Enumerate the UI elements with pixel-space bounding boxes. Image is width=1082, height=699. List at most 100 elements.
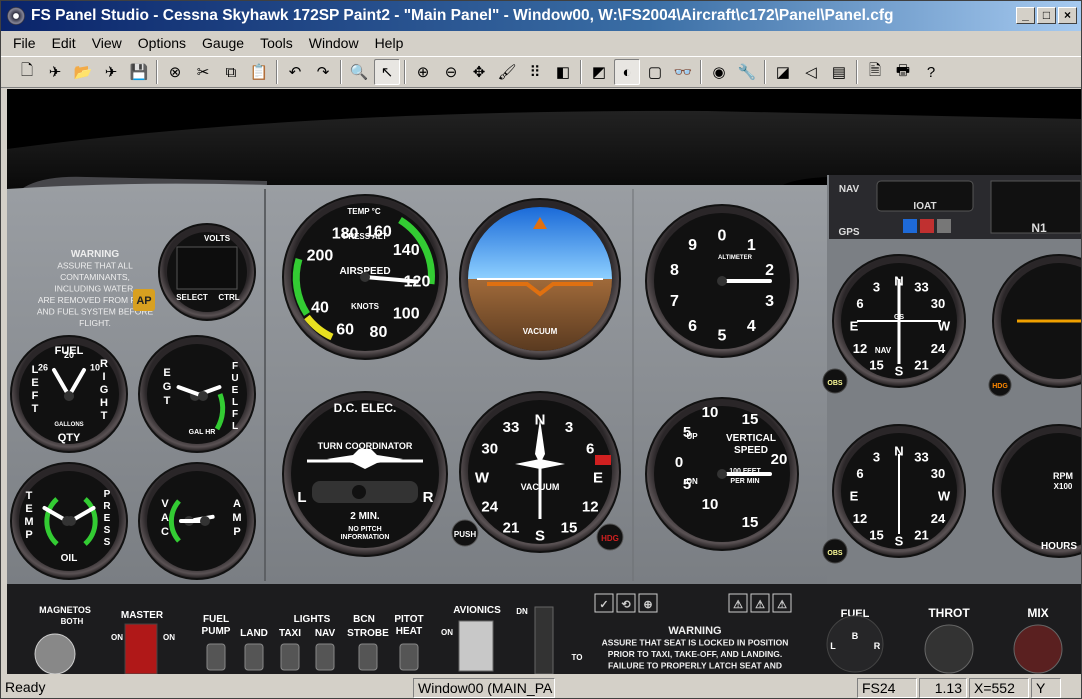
copy-icon[interactable]: ⧉ (218, 59, 244, 85)
menu-view[interactable]: View (84, 35, 130, 51)
gps-label: GPS (838, 227, 859, 238)
mask-icon[interactable]: ◩ (586, 59, 612, 85)
vsi-scale-label: 20 (771, 451, 788, 468)
gauge-shape-icon[interactable]: ◐ (614, 59, 640, 85)
menu-gauge[interactable]: Gauge (194, 35, 252, 51)
zoom-in-icon[interactable]: ⊕ (410, 59, 436, 85)
app-icon[interactable] (7, 7, 25, 25)
oil-press-label: S (104, 537, 111, 548)
glasses-icon[interactable]: 👓 (670, 59, 696, 85)
gauge-scale-label: 30 (931, 466, 945, 481)
turn-coordinator: D.C. ELEC.TURN COORDINATORL R2 MIN.NO PIT… (282, 391, 448, 557)
egt-fuel-flow-gauge: EGTFUELFLGAL HR (138, 335, 256, 453)
gauge-scale-label: 33 (914, 280, 928, 295)
placard-glyph: ✓ (599, 599, 608, 611)
toggle-switch (399, 643, 419, 671)
menu-bar: File Edit View Options Gauge Tools Windo… (1, 31, 1081, 55)
paste-icon[interactable]: 📋 (246, 59, 272, 85)
vor1-obs-indicator: N3330W2421S1512E63GSNAV (832, 254, 966, 388)
move-icon[interactable]: ✥ (466, 59, 492, 85)
grid-icon[interactable]: ⠿ (522, 59, 548, 85)
vsi-scale-label: 5 (683, 424, 691, 441)
egt-label: T (164, 395, 171, 407)
window-icon[interactable]: ◪ (770, 59, 796, 85)
warning-text: WARNING (71, 249, 120, 260)
fuel-flow-label: L (232, 397, 238, 408)
menu-window[interactable]: Window (301, 35, 367, 51)
panel-label: TEMP °C (347, 207, 381, 216)
find-icon[interactable]: 🔍 (346, 59, 372, 85)
lights-label: LIGHTS (294, 614, 331, 625)
gauge-scale-label: 6 (856, 296, 863, 311)
frame-icon[interactable]: ▢ (642, 59, 668, 85)
gauge-scale-label: 6 (856, 466, 863, 481)
menu-tools[interactable]: Tools (252, 35, 301, 51)
panel-label: GALLONS (54, 422, 83, 428)
brush-icon[interactable]: 🖌 (494, 59, 520, 85)
panel-label: PRESS ALT (343, 232, 387, 241)
light-switch-label: LAND (240, 628, 268, 639)
oil-press-label: P (104, 489, 111, 500)
gauge-icon[interactable]: ◉ (706, 59, 732, 85)
oil-temp-label: P (25, 529, 32, 541)
gauge-scale-label: W (938, 489, 951, 504)
panel-label: SPEED (734, 445, 768, 456)
cut-icon[interactable]: ✂ (190, 59, 216, 85)
fuel-b-label: B (852, 631, 859, 641)
gauge-scale-label: 4 (747, 318, 756, 335)
status-bar: Ready Window00 (MAIN_PA FS24 1.13 X=552 … (1, 677, 1081, 698)
undo-icon[interactable]: ↶ (282, 59, 308, 85)
gauge-scale-label: 3 (565, 419, 573, 436)
maximize-button[interactable]: □ (1037, 7, 1056, 24)
gauge-scale-label: 8 (670, 262, 679, 279)
fuel-flow-label: U (231, 373, 238, 384)
colors-icon[interactable]: ▤ (826, 59, 852, 85)
menu-file[interactable]: File (5, 35, 44, 51)
preview-icon[interactable]: 🗎 (862, 59, 888, 85)
gauge-scale-label: 140 (393, 242, 420, 259)
window-title: FS Panel Studio - Cessna Skyhawk 172SP P… (31, 7, 894, 24)
menu-help[interactable]: Help (367, 35, 412, 51)
redo-icon[interactable]: ↷ (310, 59, 336, 85)
seat-warning-text: ASSURE THAT SEAT IS LOCKED IN POSITION (602, 638, 789, 648)
panel-label: ALTIMETER (718, 255, 753, 261)
zoom-out-icon[interactable]: ⊖ (438, 59, 464, 85)
warning-text: INCLUDING WATER, (54, 284, 135, 294)
trim-dn-label: DN (516, 607, 528, 616)
print-icon[interactable]: 🖶 (890, 59, 916, 85)
oil-temp-label: T (26, 490, 33, 502)
amp-label: A (233, 498, 241, 510)
eye-icon[interactable]: ◁ (798, 59, 824, 85)
gauge-scale-label: 30 (931, 296, 945, 311)
overlap-icon[interactable]: ◧ (550, 59, 576, 85)
menu-edit[interactable]: Edit (44, 35, 84, 51)
panel-label: NAV (875, 346, 892, 355)
egt-label: E (163, 367, 170, 379)
minimize-button[interactable]: _ (1016, 7, 1035, 24)
save-icon[interactable]: 💾 (126, 59, 152, 85)
open-icon[interactable]: 📂 (70, 59, 96, 85)
placard-glyph: ⊕ (643, 599, 652, 611)
fuel-pump-label: PUMP (202, 626, 231, 637)
vsi-scale-label: 0 (675, 454, 683, 471)
oil-temp-press-gauge: TEMPPRESSOIL (10, 462, 128, 580)
panel-canvas[interactable]: WARNING ASSURE THAT ALL CONTAMINANTS, INCLU… (7, 89, 1081, 674)
vac-amp-gauge: VACAMP (138, 462, 256, 580)
select-arrow-icon[interactable]: ↖ (374, 59, 400, 85)
vsi-scale-label: 5 (683, 476, 691, 493)
help-icon[interactable]: ? (918, 59, 944, 85)
delete-icon[interactable]: ⊗ (162, 59, 188, 85)
fuel-left-label: L (32, 364, 39, 376)
toggle-switch (358, 643, 378, 671)
open-aircraft-icon[interactable]: ✈ (98, 59, 124, 85)
menu-options[interactable]: Options (130, 35, 194, 51)
placard-glyph: ⚠ (777, 599, 787, 611)
new-icon[interactable]: 🗋 (14, 59, 40, 85)
fuel-right-label: H (100, 397, 108, 409)
push-label: PUSH (454, 530, 476, 539)
panel-label: GS (894, 314, 904, 321)
tools-icon[interactable]: 🔧 (734, 59, 760, 85)
close-button[interactable]: × (1058, 7, 1077, 24)
placard-glyph: ⟲ (621, 599, 631, 611)
new-aircraft-icon[interactable]: ✈ (42, 59, 68, 85)
